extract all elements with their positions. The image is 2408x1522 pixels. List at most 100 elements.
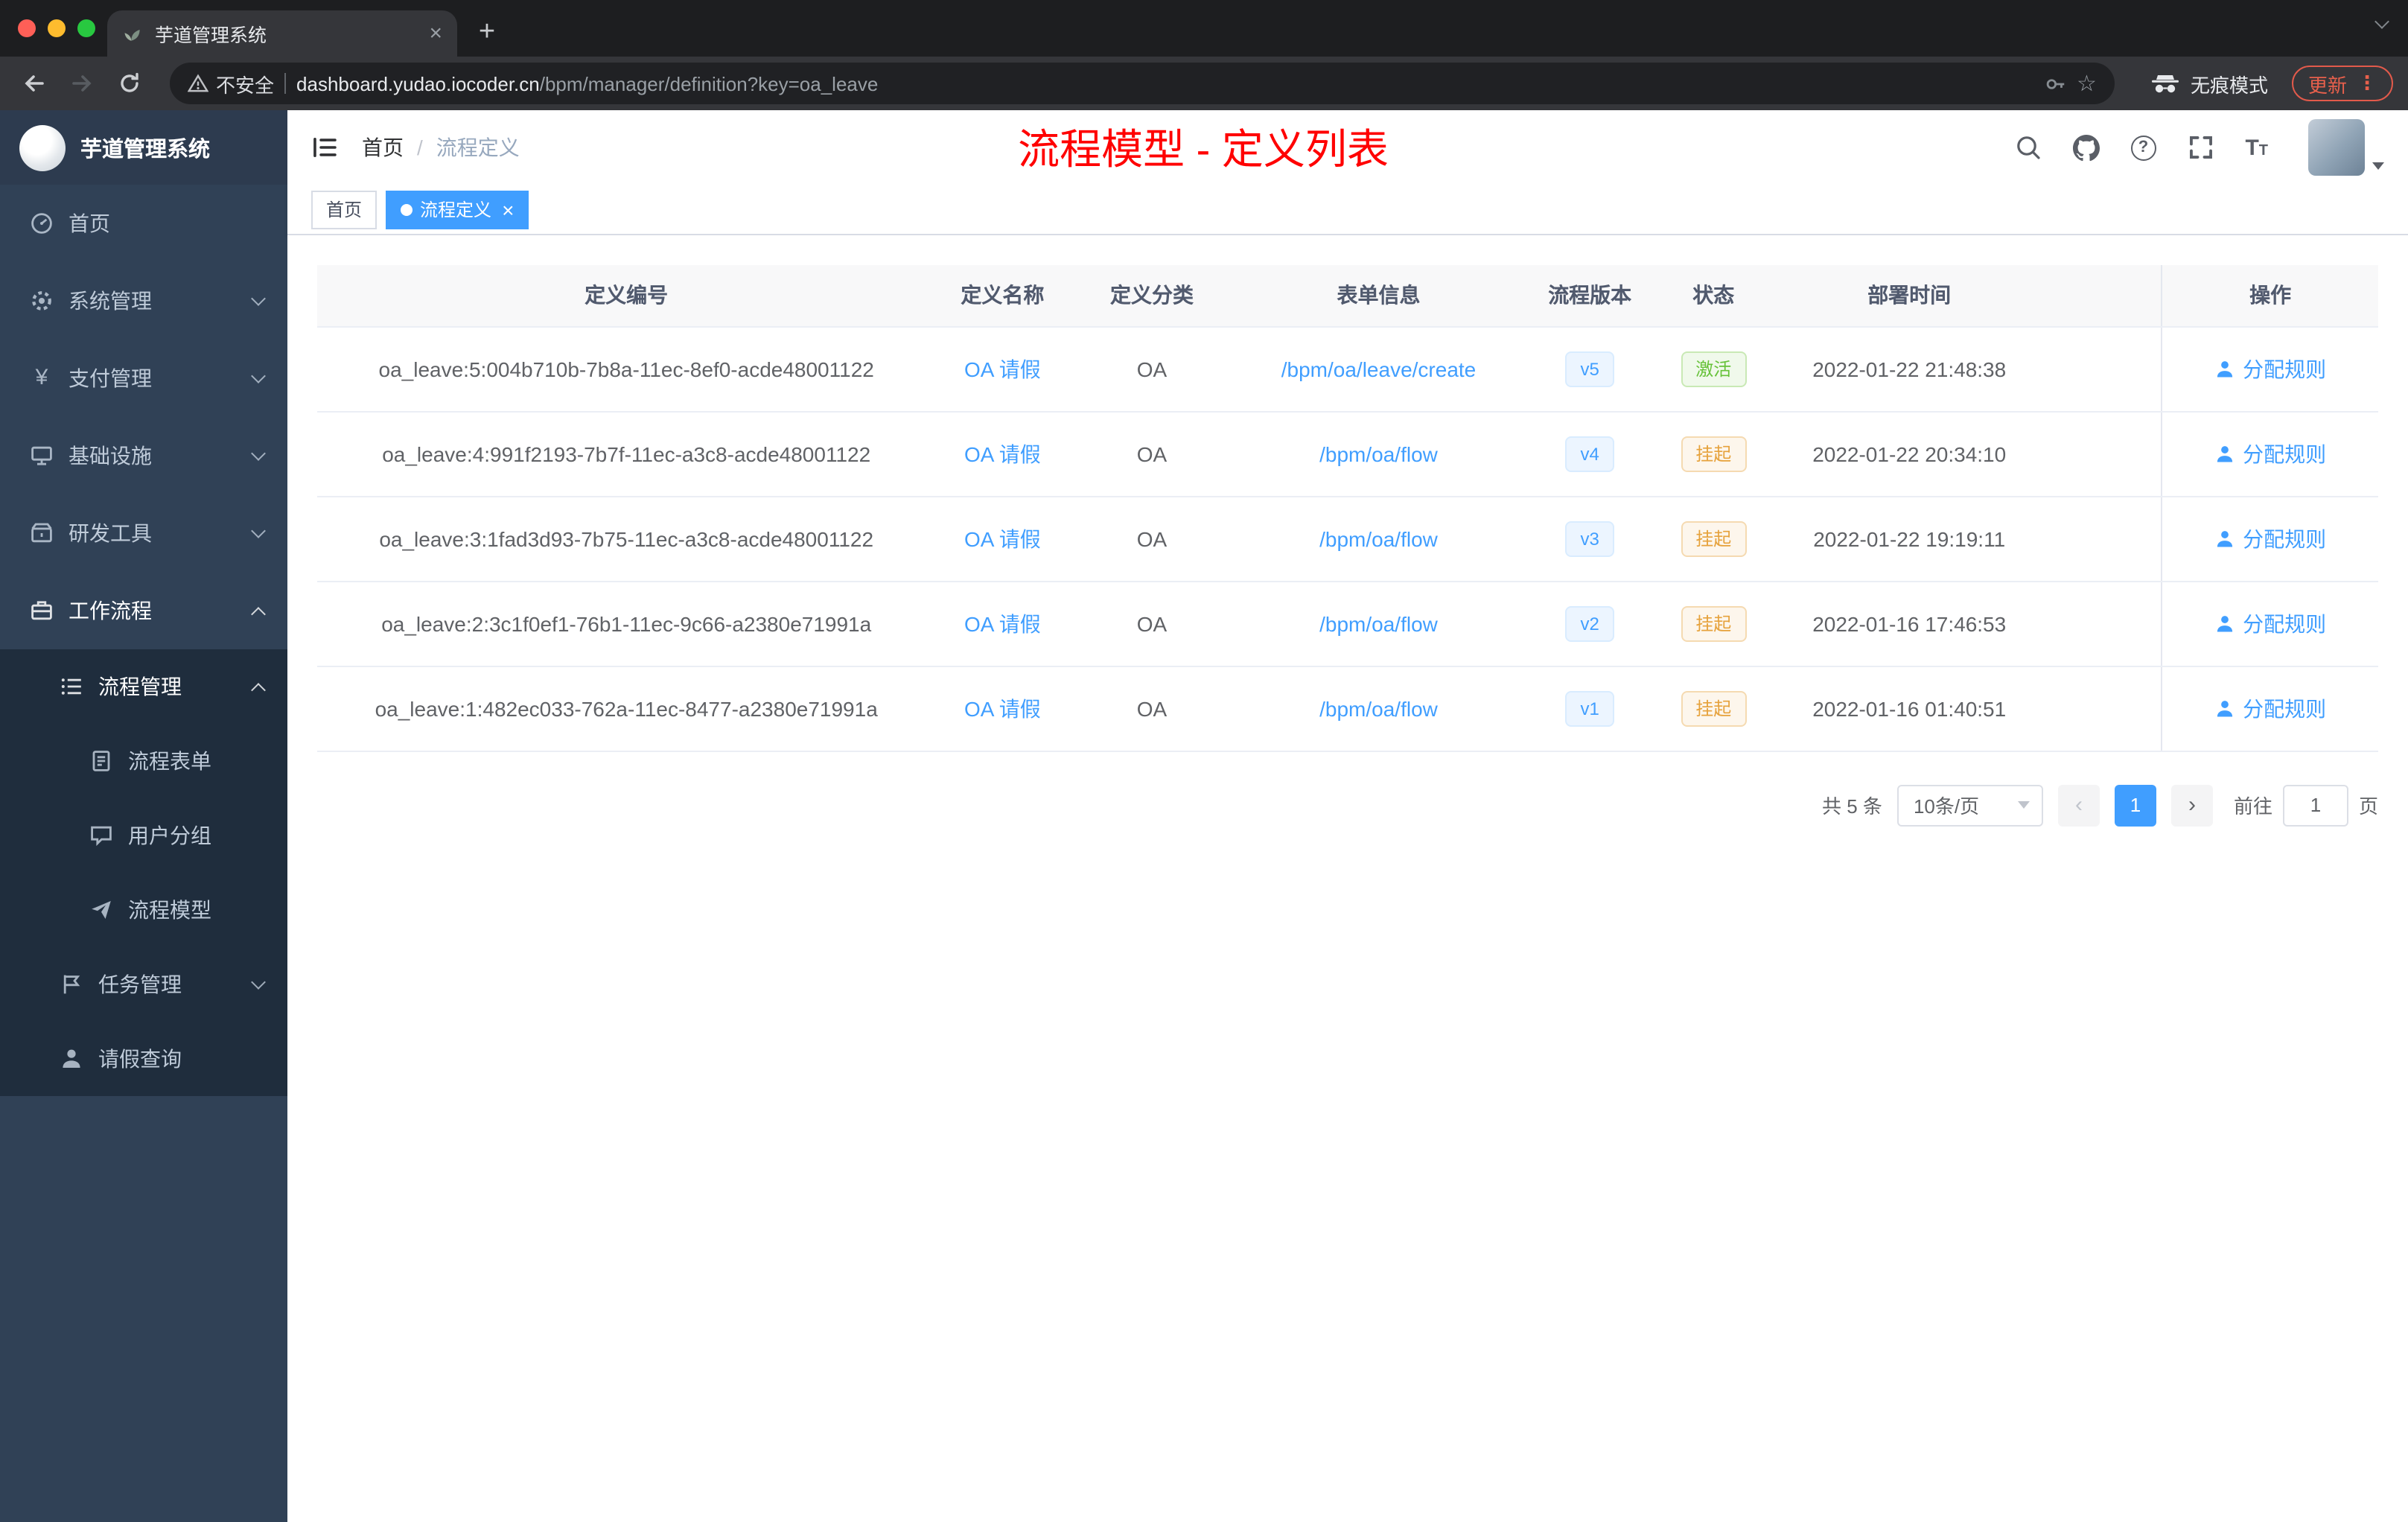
col-deploy-time: 部署时间 xyxy=(1770,265,2049,327)
search-icon[interactable] xyxy=(2014,134,2041,161)
sidebar-item-task-management[interactable]: 任务管理 xyxy=(0,947,287,1022)
tag-home[interactable]: 首页 xyxy=(311,190,378,229)
sidebar-item-label: 任务管理 xyxy=(98,972,182,996)
chevron-down-icon xyxy=(251,446,266,461)
assign-rule-button[interactable]: 分配规则 xyxy=(2214,523,2326,553)
assign-rule-button[interactable]: 分配规则 xyxy=(2214,354,2326,383)
update-label: 更新 xyxy=(2307,74,2347,96)
sidebar-item-process-model[interactable]: 流程模型 xyxy=(0,873,287,947)
github-icon[interactable] xyxy=(2072,134,2100,161)
form-link[interactable]: /bpm/oa/flow xyxy=(1319,526,1438,550)
table-header-row: 定义编号 定义名称 定义分类 表单信息 流程版本 状态 部署时间 操作 xyxy=(317,265,2378,327)
cell-category: OA xyxy=(1069,581,1235,666)
definition-name-link[interactable]: OA 请假 xyxy=(964,526,1041,550)
reload-button[interactable] xyxy=(110,64,149,103)
next-page-button[interactable]: › xyxy=(2170,784,2213,826)
sidebar-item-devtools[interactable]: 研发工具 xyxy=(0,494,287,572)
sidebar-item-system[interactable]: 系统管理 xyxy=(0,262,287,340)
back-button[interactable] xyxy=(15,64,54,103)
fullscreen-icon[interactable] xyxy=(2187,134,2214,161)
window-minimize-button[interactable] xyxy=(48,19,66,37)
breadcrumb-home[interactable]: 首页 xyxy=(362,133,404,162)
sidebar-toggle-button[interactable] xyxy=(311,134,338,161)
page-number-button[interactable]: 1 xyxy=(2114,784,2156,826)
cell-definition-id: oa_leave:2:3c1f0ef1-76b1-11ec-9c66-a2380… xyxy=(317,581,936,666)
chevron-up-icon xyxy=(251,606,266,621)
col-status: 状态 xyxy=(1657,265,1771,327)
tag-label: 流程定义 xyxy=(420,200,492,220)
tag-process-definition[interactable]: 流程定义 × xyxy=(386,190,529,229)
sidebar-item-workflow[interactable]: 工作流程 xyxy=(0,572,287,649)
person-icon xyxy=(63,1049,80,1068)
form-link[interactable]: /bpm/oa/flow xyxy=(1319,611,1438,635)
sidebar-item-payment[interactable]: ¥ 支付管理 xyxy=(0,340,287,417)
chevron-down-icon[interactable] xyxy=(2374,14,2389,29)
forward-button[interactable] xyxy=(63,64,101,103)
browser-tab[interactable]: 芋道管理系统 × xyxy=(107,10,457,57)
definition-table: 定义编号 定义名称 定义分类 表单信息 流程版本 状态 部署时间 操作 oa_l… xyxy=(317,265,2378,751)
form-link[interactable]: /bpm/oa/leave/create xyxy=(1281,357,1477,380)
assign-rule-button[interactable]: 分配规则 xyxy=(2214,439,2326,468)
sidebar-item-label: 工作流程 xyxy=(69,599,152,623)
window-close-button[interactable] xyxy=(18,19,36,37)
browser-menu-icon[interactable]: ⋮ xyxy=(2357,71,2377,95)
cell-deploy-time: 2022-01-16 01:40:51 xyxy=(1770,666,2049,751)
table-row: oa_leave:4:991f2193-7b7f-11ec-a3c8-acde4… xyxy=(317,411,2378,497)
goto-label: 前往 xyxy=(2233,795,2272,818)
incognito-badge: 无痕模式 xyxy=(2150,69,2268,98)
col-form-info: 表单信息 xyxy=(1234,265,1523,327)
status-badge: 挂起 xyxy=(1681,690,1747,726)
breadcrumb-current: 流程定义 xyxy=(436,136,520,159)
assign-rule-button[interactable]: 分配规则 xyxy=(2214,608,2326,638)
help-icon[interactable]: ? xyxy=(2130,135,2156,160)
sidebar-item-home[interactable]: 首页 xyxy=(0,185,287,262)
form-link[interactable]: /bpm/oa/flow xyxy=(1319,442,1438,465)
sidebar-item-label: 研发工具 xyxy=(69,521,152,545)
font-size-icon[interactable]: TT xyxy=(2245,135,2268,160)
browser-update-button[interactable]: 更新 ⋮ xyxy=(2291,66,2393,101)
cell-definition-id: oa_leave:1:482ec033-762a-11ec-8477-a2380… xyxy=(317,666,936,751)
definition-name-link[interactable]: OA 请假 xyxy=(964,357,1041,380)
sidebar-logo[interactable]: 芋道管理系统 xyxy=(0,110,287,185)
definition-name-link[interactable]: OA 请假 xyxy=(964,696,1041,720)
sidebar-item-process-management[interactable]: 流程管理 xyxy=(0,649,287,724)
page-size-select[interactable]: 10条/页 xyxy=(1896,784,2043,826)
person-icon xyxy=(2217,445,2233,462)
sidebar-item-leave-query[interactable]: 请假查询 xyxy=(0,1022,287,1096)
cell-category: OA xyxy=(1069,326,1235,412)
version-badge: v1 xyxy=(1565,690,1614,726)
sidebar-item-user-group[interactable]: 用户分组 xyxy=(0,798,287,873)
goto-page-input[interactable] xyxy=(2282,784,2348,826)
site-security[interactable]: 不安全 xyxy=(188,69,274,98)
prev-page-button[interactable]: ‹ xyxy=(2057,784,2100,826)
password-key-icon[interactable] xyxy=(2044,72,2066,95)
tag-close-icon[interactable]: × xyxy=(502,199,514,220)
monitor-icon xyxy=(31,446,52,465)
pagination: 共 5 条 10条/页 ‹ 1 › 前往 页 xyxy=(317,784,2378,826)
tab-title: 芋道管理系统 xyxy=(155,25,267,46)
bookmark-star-icon[interactable]: ☆ xyxy=(2077,70,2097,97)
cell-definition-id: oa_leave:4:991f2193-7b7f-11ec-a3c8-acde4… xyxy=(317,411,936,497)
sidebar-item-infrastructure[interactable]: 基础设施 xyxy=(0,417,287,494)
assign-rule-button[interactable]: 分配规则 xyxy=(2214,693,2326,723)
security-label: 不安全 xyxy=(216,74,275,96)
col-spacer xyxy=(2048,265,2162,327)
breadcrumb: 首页 / 流程定义 xyxy=(362,133,520,162)
version-badge: v4 xyxy=(1565,436,1614,471)
col-process-version: 流程版本 xyxy=(1523,265,1657,327)
sidebar-item-process-form[interactable]: 流程表单 xyxy=(0,724,287,798)
definition-name-link[interactable]: OA 请假 xyxy=(964,442,1041,465)
address-bar[interactable]: 不安全 dashboard.yudao.iocoder.cn/bpm/manag… xyxy=(170,63,2115,104)
form-link[interactable]: /bpm/oa/flow xyxy=(1319,696,1438,720)
version-badge: v2 xyxy=(1565,605,1614,641)
sidebar-item-label: 流程表单 xyxy=(128,749,211,773)
omnibox-divider xyxy=(284,73,287,94)
version-badge: v5 xyxy=(1565,351,1614,386)
person-icon xyxy=(2217,615,2233,631)
cell-definition-id: oa_leave:3:1fad3d93-7b75-11ec-a3c8-acde4… xyxy=(317,496,936,582)
definition-name-link[interactable]: OA 请假 xyxy=(964,611,1041,635)
user-menu[interactable] xyxy=(2308,119,2384,176)
window-maximize-button[interactable] xyxy=(77,19,95,37)
tab-close-icon[interactable]: × xyxy=(429,22,442,45)
new-tab-button[interactable]: + xyxy=(466,12,508,54)
